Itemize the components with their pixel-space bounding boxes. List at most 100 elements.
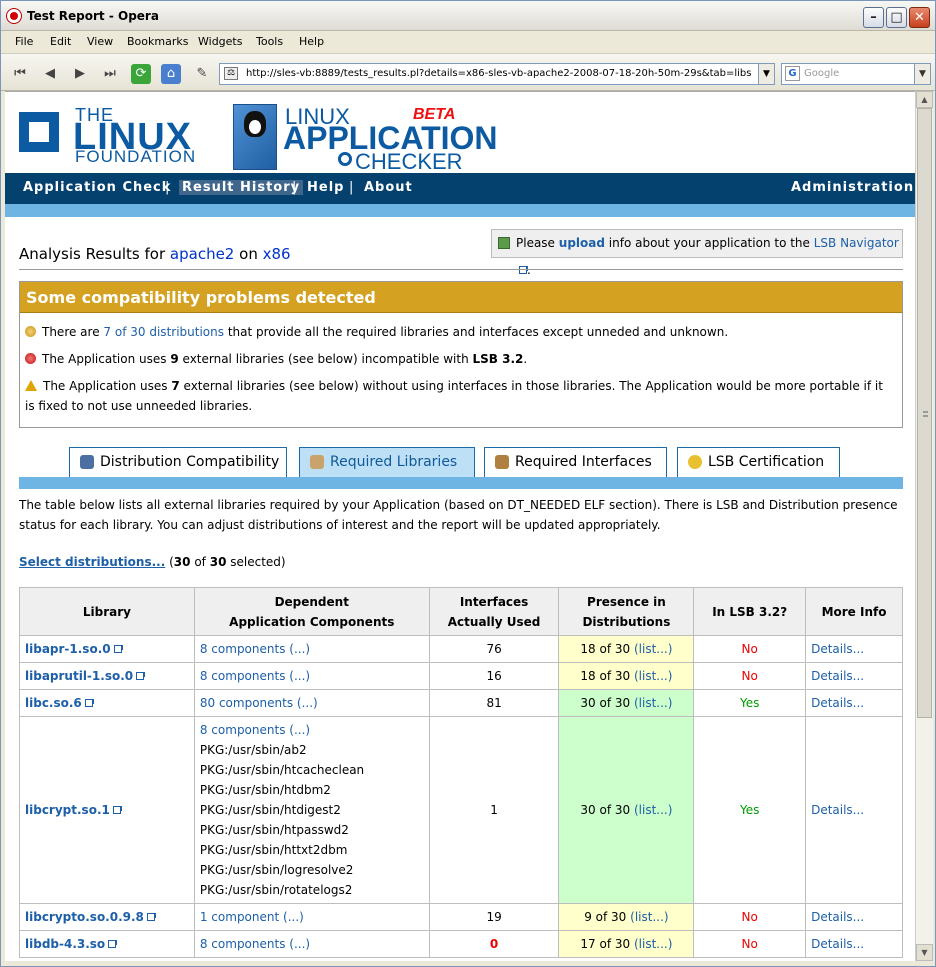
details-link[interactable]: Details... xyxy=(811,937,864,951)
minimize-button[interactable]: – xyxy=(863,7,884,28)
more-info-cell: Details... xyxy=(805,662,903,690)
components-link[interactable]: 1 component (...) xyxy=(200,910,304,924)
nav-result-history[interactable]: Result History xyxy=(179,180,304,195)
presence-value: 30 of 30 xyxy=(580,803,631,817)
presence-cell: 30 of 30 (list...) xyxy=(558,689,695,717)
edit-icon[interactable]: ✎ xyxy=(191,63,213,85)
menu-help[interactable]: Help xyxy=(299,35,324,48)
components-link[interactable]: 8 components (...) xyxy=(200,937,310,951)
address-field[interactable]: ⚖ http://sles-vb:8889/tests_results.pl?d… xyxy=(219,63,775,85)
library-cell: libc.so.6 xyxy=(19,689,195,717)
components-link[interactable]: 80 components (...) xyxy=(200,696,318,710)
home-icon[interactable]: ⌂ xyxy=(161,64,181,84)
menu-widgets[interactable]: Widgets xyxy=(198,35,242,48)
nav-separator: | xyxy=(349,180,354,195)
upload-link[interactable]: upload xyxy=(559,236,605,250)
presence-list-link[interactable]: (list...) xyxy=(634,937,672,951)
presence-list-link[interactable]: (list...) xyxy=(634,696,672,710)
table-row: libcrypto.so.0.9.8 1 component (...) 19 … xyxy=(19,903,903,931)
presence-value: 9 of 30 xyxy=(584,910,627,924)
reload-icon[interactable]: ⟳ xyxy=(131,64,151,84)
library-link[interactable]: libaprutil-1.so.0 xyxy=(25,669,133,683)
components-link[interactable]: 8 components (...) xyxy=(200,642,310,656)
header-interfaces-line1: Interfaces xyxy=(459,594,529,609)
search-field[interactable]: G Google ▼ xyxy=(781,63,931,85)
menu-edit[interactable]: Edit xyxy=(50,35,71,48)
components-link[interactable]: 8 components (...) xyxy=(200,723,310,737)
scroll-thumb[interactable] xyxy=(917,108,932,718)
package-path: PKG:/usr/sbin/htcacheclean xyxy=(199,763,365,777)
external-link-icon xyxy=(136,672,146,680)
title-app: apache2 xyxy=(169,245,235,263)
library-link[interactable]: libcrypt.so.1 xyxy=(25,803,110,817)
components-link[interactable]: 8 components (...) xyxy=(200,669,310,683)
forward-icon[interactable]: ▶ xyxy=(69,63,91,85)
tab-distribution-compatibility[interactable]: Distribution Compatibility xyxy=(69,447,287,477)
menu-view[interactable]: View xyxy=(87,35,113,48)
nav-help[interactable]: Help xyxy=(307,180,344,195)
unneeded-count: 7 xyxy=(171,379,180,393)
external-link-icon xyxy=(84,699,94,707)
rewind-icon[interactable]: ⏮ xyxy=(9,63,31,85)
menu-tools[interactable]: Tools xyxy=(256,35,283,48)
library-link[interactable]: libapr-1.so.0 xyxy=(25,642,111,656)
details-link[interactable]: Details... xyxy=(811,910,864,924)
nav-about[interactable]: About xyxy=(364,180,413,195)
details-link[interactable]: Details... xyxy=(811,696,864,710)
interfaces-cell: 1 xyxy=(428,716,560,904)
nav-application-check[interactable]: Application Check xyxy=(23,180,171,195)
close-button[interactable]: ✕ xyxy=(909,7,930,28)
search-placeholder: Google xyxy=(804,68,840,79)
table-row: libc.so.6 80 components (...) 81 30 of 3… xyxy=(19,689,903,717)
library-link[interactable]: libdb-4.3.so xyxy=(25,937,105,951)
select-selected: selected) xyxy=(230,555,286,569)
tab-label: Required Interfaces xyxy=(515,454,652,470)
site-navbar: Application Check | Result History | Hel… xyxy=(5,173,915,204)
google-icon: G xyxy=(785,66,800,81)
maximize-button[interactable]: □ xyxy=(886,7,907,28)
details-link[interactable]: Details... xyxy=(811,803,864,817)
header-interfaces[interactable]: Interfaces Actually Used xyxy=(428,587,560,636)
address-dropdown-icon[interactable]: ▼ xyxy=(758,64,774,84)
library-link[interactable]: libc.so.6 xyxy=(25,696,82,710)
back-icon[interactable]: ◀ xyxy=(39,63,61,85)
library-link[interactable]: libcrypto.so.0.9.8 xyxy=(25,910,144,924)
presence-list-link[interactable]: (list...) xyxy=(634,642,672,656)
scroll-down-icon[interactable]: ▼ xyxy=(916,944,933,961)
lsb-navigator-link[interactable]: LSB Navigator xyxy=(814,236,899,250)
tab-required-interfaces[interactable]: Required Interfaces xyxy=(484,447,667,477)
library-cell: libaprutil-1.so.0 xyxy=(19,662,195,690)
presence-list-link[interactable]: (list...) xyxy=(630,910,668,924)
fast-forward-icon[interactable]: ⏭ xyxy=(99,63,121,85)
distribution-selector: Select distributions... (30 of 30 select… xyxy=(19,555,286,569)
warning-text: that provide all the required libraries … xyxy=(227,325,729,339)
nav-administration[interactable]: Administration xyxy=(791,180,914,195)
lsb-version: LSB 3.2 xyxy=(472,352,524,366)
presence-list-link[interactable]: (list...) xyxy=(634,669,672,683)
warning-text: There are xyxy=(42,325,100,339)
menu-file[interactable]: File xyxy=(15,35,33,48)
lsb-cell: Yes xyxy=(693,689,807,717)
menu-bookmarks[interactable]: Bookmarks xyxy=(127,35,188,48)
details-link[interactable]: Details... xyxy=(811,669,864,683)
header-presence[interactable]: Presence in Distributions xyxy=(558,587,695,636)
search-dropdown-icon[interactable]: ▼ xyxy=(914,64,930,84)
site-info-icon[interactable]: ⚖ xyxy=(224,67,238,80)
header-more-info[interactable]: More Info xyxy=(805,587,903,636)
vertical-scrollbar[interactable]: ▲ ▼ xyxy=(915,91,933,961)
select-distributions-link[interactable]: Select distributions... xyxy=(19,555,165,569)
package-path: PKG:/usr/sbin/htdbm2 xyxy=(199,783,331,797)
distributions-link[interactable]: 7 of 30 distributions xyxy=(103,325,224,339)
scroll-up-icon[interactable]: ▲ xyxy=(916,91,933,108)
external-link-icon xyxy=(146,913,156,921)
select-of: of xyxy=(194,555,206,569)
header-in-lsb[interactable]: In LSB 3.2? xyxy=(693,587,807,636)
header-library[interactable]: Library xyxy=(19,587,195,636)
tab-required-libraries[interactable]: Required Libraries xyxy=(299,447,475,477)
header-components[interactable]: Dependent Application Components xyxy=(193,587,430,636)
title-on: on xyxy=(239,245,258,263)
presence-list-link[interactable]: (list...) xyxy=(634,803,672,817)
details-link[interactable]: Details... xyxy=(811,642,864,656)
tab-lsb-certification[interactable]: LSB Certification xyxy=(677,447,840,477)
warning-text: The Application uses xyxy=(42,352,167,366)
